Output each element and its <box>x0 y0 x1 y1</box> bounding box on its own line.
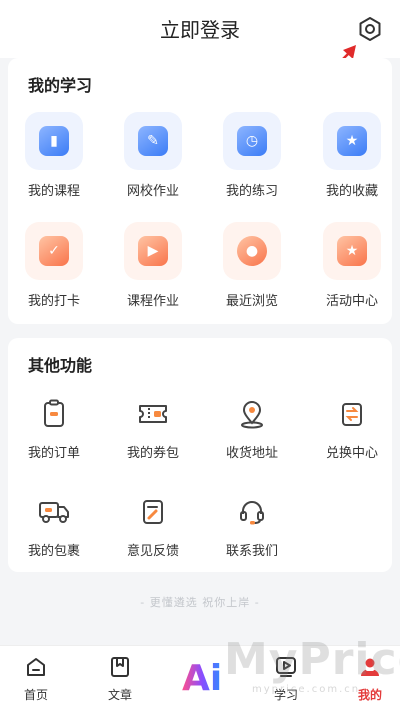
study-card: 我的学习 ▮ 我的课程 ✎ 网校作业 ◷ 我的练习 ★ 我的收藏 ✓ 我的打卡 … <box>8 58 392 324</box>
course-icon: ▮ <box>39 126 69 156</box>
other-card: 其他功能 我的订单 我的券包 收货地址 兑换中心 我的包裹 意见反馈 联系我们 <box>8 338 392 572</box>
recent-icon: ● <box>237 236 267 266</box>
location-icon <box>232 394 272 434</box>
exchange-item[interactable]: 兑换中心 <box>312 394 392 461</box>
ai-label: Ai <box>182 658 223 699</box>
other-section-title: 其他功能 <box>28 356 93 375</box>
practice-item[interactable]: ◷ 我的练习 <box>212 112 292 199</box>
headset-icon <box>232 492 272 532</box>
package-item[interactable]: 我的包裹 <box>14 492 94 559</box>
bookmark-icon <box>111 657 129 677</box>
contact-item[interactable]: 联系我们 <box>212 492 292 559</box>
exchange-icon <box>332 394 372 434</box>
profile-icon <box>361 658 379 676</box>
feedback-icon <box>133 492 173 532</box>
truck-icon <box>34 492 74 532</box>
tab-mine[interactable]: 我的 <box>340 646 400 708</box>
order-item[interactable]: 我的订单 <box>14 394 94 461</box>
activity-icon: ★ <box>337 236 367 266</box>
favorite-item[interactable]: ★ 我的收藏 <box>312 112 392 199</box>
study-section-title: 我的学习 <box>28 76 93 95</box>
gear-icon[interactable] <box>356 15 384 43</box>
recent-item[interactable]: ● 最近浏览 <box>212 222 292 309</box>
course-item[interactable]: ▮ 我的课程 <box>14 112 94 199</box>
activity-item[interactable]: ★ 活动中心 <box>312 222 392 309</box>
homework-icon: ✎ <box>138 126 168 156</box>
feedback-item[interactable]: 意见反馈 <box>113 492 193 559</box>
favorite-icon: ★ <box>337 126 367 156</box>
checkin-icon: ✓ <box>39 236 69 266</box>
video-icon <box>276 657 296 677</box>
coupon-icon <box>133 394 173 434</box>
checkin-item[interactable]: ✓ 我的打卡 <box>14 222 94 309</box>
order-icon <box>34 394 74 434</box>
address-item[interactable]: 收货地址 <box>212 394 292 461</box>
tab-study[interactable]: 学习 <box>256 646 316 708</box>
login-title[interactable]: 立即登录 <box>0 14 400 43</box>
footer-slogan: - 更懂遴选 祝你上岸 - <box>140 596 260 609</box>
tab-articles[interactable]: 文章 <box>90 646 150 708</box>
course-homework-icon: ▶ <box>138 236 168 266</box>
homework-item[interactable]: ✎ 网校作业 <box>113 112 193 199</box>
practice-icon: ◷ <box>237 126 267 156</box>
ai-assistant-button[interactable]: Ai <box>182 658 228 700</box>
course-homework-item[interactable]: ▶ 课程作业 <box>113 222 193 309</box>
coupon-item[interactable]: 我的券包 <box>113 394 193 461</box>
tab-home[interactable]: 首页 <box>6 646 66 708</box>
home-icon <box>27 658 45 676</box>
